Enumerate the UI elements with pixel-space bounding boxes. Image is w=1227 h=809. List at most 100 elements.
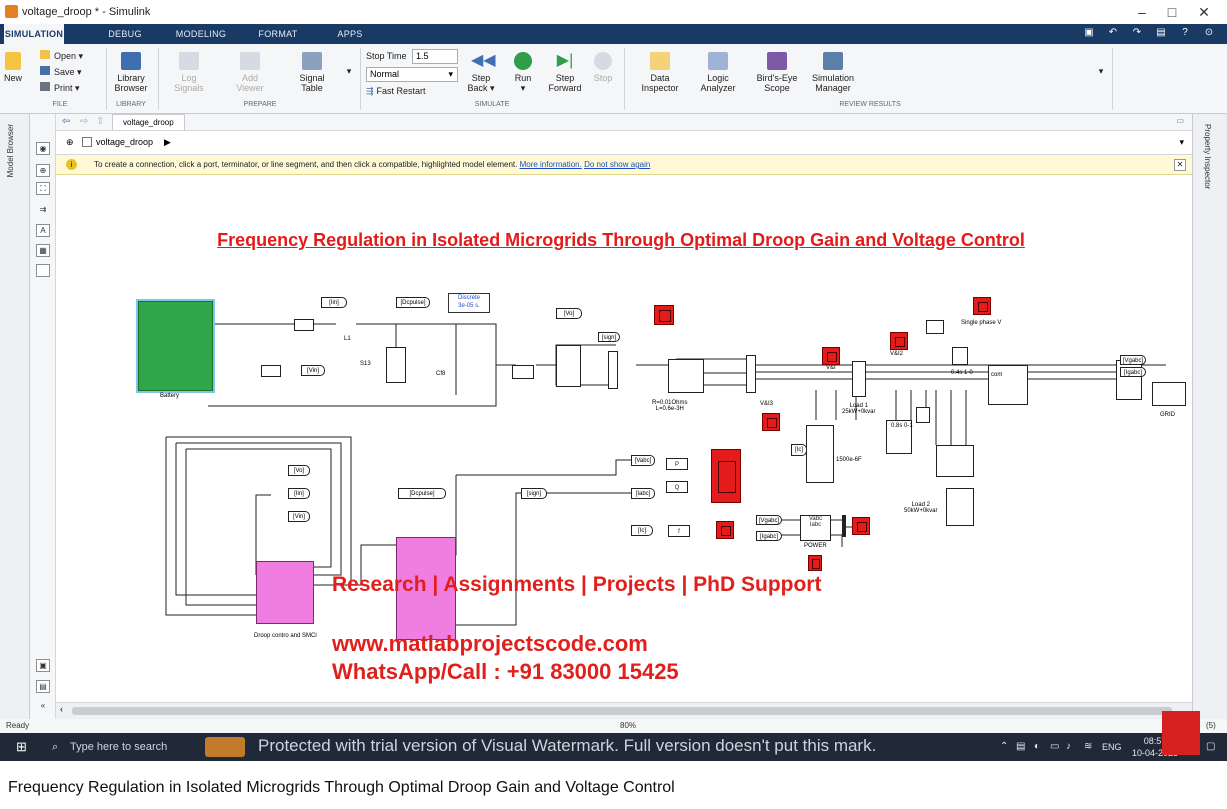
tag-igabc-from[interactable]: [Igabc] — [756, 531, 782, 541]
run-button[interactable]: Run ▾ — [508, 52, 538, 93]
windows-start-icon[interactable]: ⊞ — [16, 740, 30, 754]
fast-restart-button[interactable]: ⇶ Fast Restart — [366, 85, 426, 98]
redo-icon[interactable]: ↷ — [1129, 27, 1145, 41]
close-icon[interactable]: ✕ — [1174, 159, 1186, 171]
back-icon[interactable]: ⇦ — [62, 116, 70, 127]
tag-vin-goto[interactable]: [Vin] — [288, 511, 310, 522]
tab-modeling[interactable]: MODELING — [170, 24, 232, 44]
up-icon[interactable]: ⇧ — [96, 116, 104, 127]
single-phase-block[interactable] — [926, 320, 944, 334]
zoom-level[interactable]: 80% — [620, 721, 636, 730]
stop-button[interactable]: Stop — [590, 52, 616, 83]
tray-volume-icon[interactable]: ◐ — [1034, 741, 1040, 752]
tag-igabc-goto[interactable]: [Igabc] — [1120, 367, 1146, 377]
tray-language[interactable]: ENG — [1102, 742, 1122, 752]
step-block-1[interactable] — [952, 347, 968, 365]
collapse-ribbon-icon[interactable]: ⊙ — [1201, 27, 1217, 41]
battery-block[interactable] — [138, 301, 213, 391]
tag-vgabc-from[interactable]: [Vgabc] — [756, 515, 782, 525]
horizontal-scrollbar[interactable]: ‹ — [56, 702, 1192, 719]
step-back-button[interactable]: ◀◀ Step Back ▾ — [466, 52, 496, 93]
scope-small[interactable] — [808, 555, 822, 571]
tag-iabc-from[interactable]: [Iabc] — [631, 488, 655, 499]
tag-ic-from[interactable]: [Ic] — [631, 525, 653, 536]
undo-icon[interactable]: ↶ — [1105, 27, 1121, 41]
property-icon[interactable]: ▤ — [36, 680, 50, 693]
log-signals-button[interactable]: Log Signals — [172, 52, 206, 93]
area-icon[interactable] — [36, 264, 50, 277]
layout-icon[interactable]: ▤ — [1153, 27, 1169, 41]
taskbar-widget-icon[interactable] — [205, 737, 245, 757]
tag-sign-from[interactable]: [sign] — [521, 488, 547, 499]
tray-network-icon[interactable]: ▤ — [1016, 741, 1025, 752]
model-browser-panel[interactable]: Model Browser — [0, 114, 30, 719]
tray-chevron-icon[interactable]: ⌃ — [1000, 741, 1008, 752]
notification-icon[interactable]: ▢ — [1206, 741, 1215, 752]
tag-vabc-from[interactable]: [Vabc] — [631, 455, 655, 466]
powergui-block[interactable]: Discrete 3e-05 s. — [448, 293, 490, 313]
minimize-button[interactable]: – — [1127, 2, 1157, 22]
voltage-measurement-block[interactable] — [261, 365, 281, 377]
tab-format[interactable]: FORMAT — [250, 24, 306, 44]
prepare-gallery-expander[interactable]: ▾ — [344, 66, 354, 76]
vi-measurement-block-3[interactable] — [852, 361, 866, 397]
rl-filter-block[interactable] — [668, 359, 704, 393]
property-inspector-panel[interactable]: Property Inspector — [1192, 114, 1227, 719]
power-block[interactable]: Vabc Iabc — [800, 515, 831, 541]
open-button[interactable]: Open ▾ — [40, 50, 83, 63]
scope-vi2[interactable] — [890, 332, 908, 350]
tag-vin-top[interactable]: [Vin] — [301, 365, 325, 376]
more-information-link[interactable]: More information. — [520, 160, 582, 169]
dc-voltage-measurement-block[interactable] — [512, 365, 534, 379]
switch-block[interactable] — [386, 347, 406, 383]
capacitor-bank-block[interactable] — [806, 425, 834, 483]
p-signal-block[interactable]: P — [666, 458, 688, 470]
birds-eye-scope-button[interactable]: Bird's-Eye Scope — [752, 52, 802, 93]
breaker-block-1[interactable] — [988, 365, 1028, 405]
screenshot-icon[interactable]: ▣ — [36, 659, 50, 672]
add-viewer-button[interactable]: Add Viewer — [230, 52, 270, 93]
collapse-toolbar-icon[interactable]: « — [36, 700, 50, 713]
tag-vo-goto[interactable]: [Vo] — [288, 465, 310, 476]
scroll-left-icon[interactable]: ‹ — [60, 704, 63, 714]
logic-analyzer-button[interactable]: Logic Analyzer — [696, 52, 740, 93]
vi-measurement-block-1[interactable] — [608, 351, 618, 389]
taskbar-search-input[interactable]: Type here to search — [70, 741, 167, 753]
step-block-2[interactable] — [916, 407, 930, 423]
breaker-block-2[interactable] — [936, 445, 974, 477]
scrollbar-thumb[interactable] — [72, 707, 1172, 715]
review-gallery-expander[interactable]: ▾ — [1096, 66, 1106, 76]
forward-icon[interactable]: ⇨ — [80, 116, 88, 127]
scope-power[interactable] — [852, 517, 870, 535]
simulation-manager-button[interactable]: Simulation Manager — [808, 52, 858, 93]
vi-measurement-block-2[interactable] — [746, 355, 756, 393]
stop-time-input[interactable]: 1.5 — [412, 49, 458, 64]
inverter-block[interactable] — [556, 345, 581, 387]
hide-browser-toggle-icon[interactable]: ⊕ — [66, 137, 74, 148]
load-2-block[interactable] — [946, 488, 974, 526]
maximize-button[interactable]: □ — [1157, 2, 1187, 22]
breadcrumb-menu-icon[interactable]: ▾ — [1179, 137, 1184, 148]
help-icon[interactable]: ? — [1177, 27, 1193, 41]
tag-vgabc-goto[interactable]: [Vgabc] — [1120, 355, 1146, 365]
step-forward-button[interactable]: ▶| Step Forward — [546, 52, 584, 93]
tab-simulation[interactable]: SIMULATION — [4, 24, 64, 44]
simulation-mode-select[interactable]: Normal ▾ — [366, 67, 458, 82]
breadcrumb-chevron-icon[interactable]: ▶ — [164, 137, 171, 148]
tag-dcpulse-goto[interactable]: [Dcpulse] — [398, 488, 446, 499]
tag-iin-goto[interactable]: [Iin] — [288, 488, 310, 499]
grid-source-block[interactable] — [1152, 382, 1186, 406]
model-tab[interactable]: voltage_droop — [112, 114, 185, 130]
tray-display-icon[interactable]: ▭ — [1050, 741, 1059, 752]
f-signal-block[interactable]: f — [668, 525, 690, 537]
do-not-show-again-link[interactable]: Do not show again — [584, 160, 650, 169]
q-signal-block[interactable]: Q — [666, 481, 688, 493]
scope-single-phase[interactable] — [973, 297, 991, 315]
hide-browser-icon[interactable]: ◉ — [36, 142, 50, 155]
data-inspector-button[interactable]: Data Inspector — [638, 52, 682, 93]
model-canvas[interactable]: Frequency Regulation in Isolated Microgr… — [56, 175, 1192, 702]
tag-vo-top[interactable]: [Vo] — [556, 308, 582, 319]
image-icon[interactable]: ▦ — [36, 244, 50, 257]
fit-view-icon[interactable]: ⛶ — [36, 182, 50, 195]
zoom-icon[interactable]: ⊕ — [36, 164, 50, 177]
